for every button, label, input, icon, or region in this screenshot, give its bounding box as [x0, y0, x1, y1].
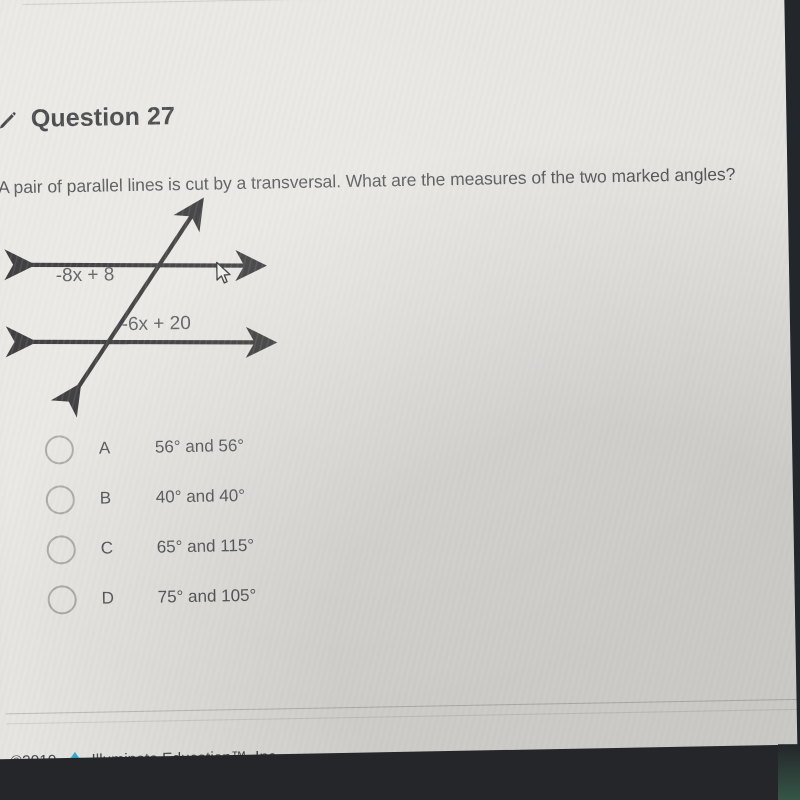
choice-option-d[interactable]: D 75° and 105°: [47, 567, 468, 625]
answer-choices: A 56° and 56° B 40° and 40° C 65° and 11…: [44, 417, 468, 625]
angle-label-lower: -6x + 20: [121, 312, 192, 336]
angle-label-upper: -8x + 8: [55, 264, 115, 287]
choice-option-c[interactable]: C 65° and 115°: [46, 517, 467, 575]
mouse-pointer-icon: [216, 261, 233, 285]
choice-text-c: 65° and 115°: [156, 535, 255, 557]
page-title: Question 27: [30, 102, 176, 133]
radio-button-b[interactable]: [45, 484, 76, 515]
choice-letter-c: C: [100, 538, 114, 558]
photographed-screen: Question 27 A pair of parallel lines is …: [0, 0, 800, 800]
choice-option-a[interactable]: A 56° and 56°: [44, 417, 465, 475]
choice-text-b: 40° and 40°: [155, 485, 246, 507]
choice-letter-b: B: [99, 488, 112, 508]
choice-letter-a: A: [98, 438, 111, 458]
choice-option-b[interactable]: B 40° and 40°: [45, 467, 466, 525]
radio-button-d[interactable]: [47, 584, 77, 615]
screen-surface: Question 27 A pair of parallel lines is …: [0, 0, 800, 800]
question-content: Question 27 A pair of parallel lines is …: [0, 0, 800, 770]
pencil-icon: [0, 109, 19, 131]
choice-text-d: 75° and 105°: [157, 585, 257, 607]
radio-button-a[interactable]: [44, 434, 75, 465]
choice-text-a: 56° and 56°: [154, 435, 245, 457]
bezel-corner-reflection: [778, 744, 800, 800]
choice-letter-d: D: [101, 588, 115, 608]
radio-button-c[interactable]: [46, 534, 77, 565]
question-header: Question 27: [0, 102, 175, 134]
geometry-diagram: -8x + 8 -6x + 20: [4, 187, 310, 418]
